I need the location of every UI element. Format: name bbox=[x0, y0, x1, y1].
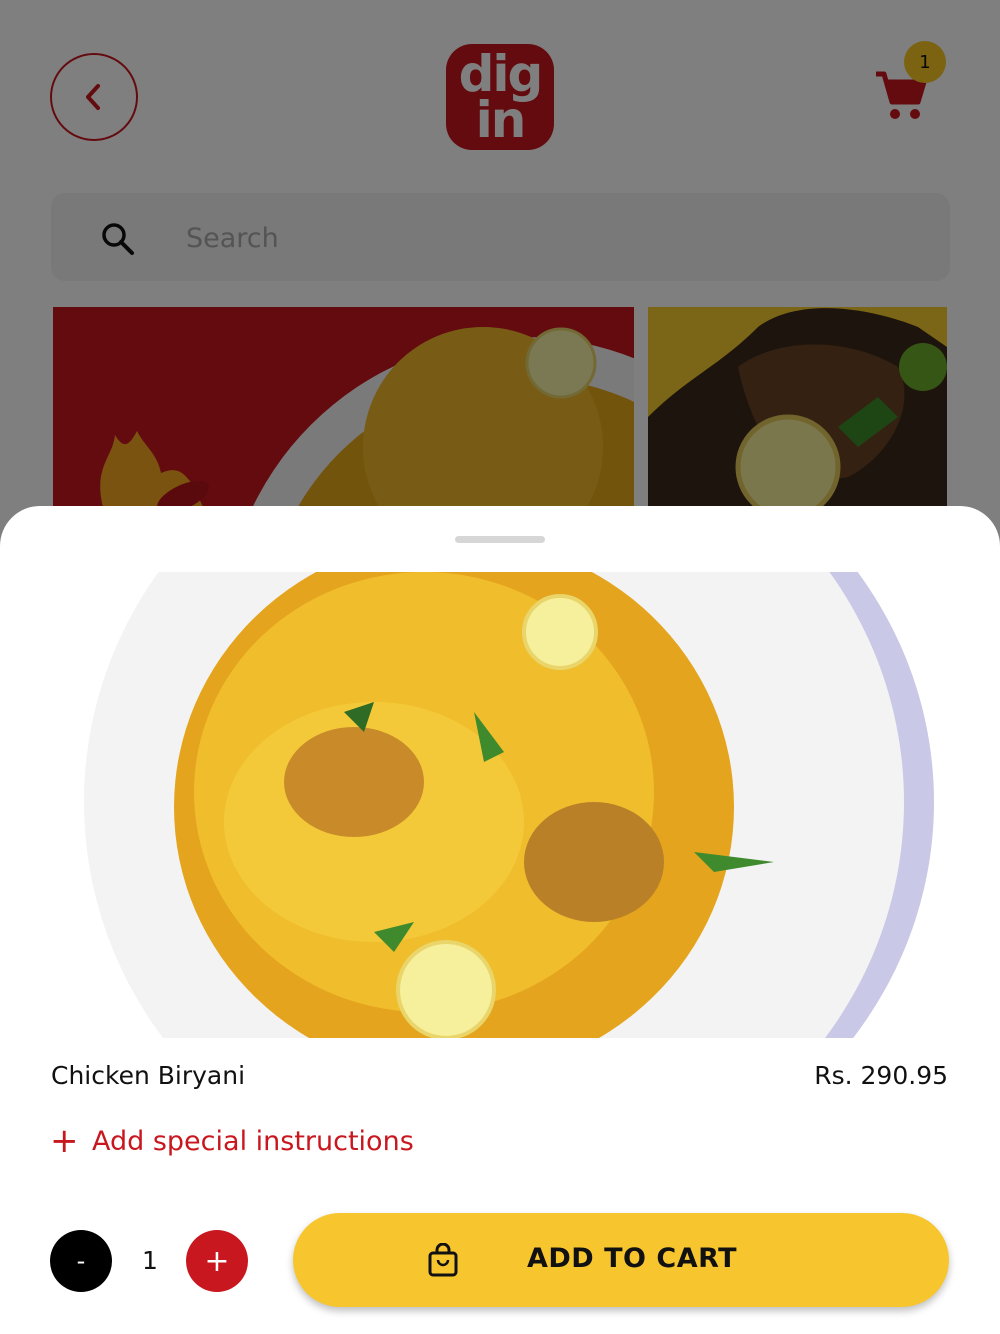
decrease-quantity-button[interactable]: - bbox=[50, 1230, 112, 1292]
add-to-cart-label: ADD TO CART bbox=[527, 1243, 738, 1274]
increase-quantity-button[interactable]: + bbox=[186, 1230, 248, 1292]
item-name: Chicken Biryani bbox=[51, 1061, 246, 1090]
shopping-bag-icon bbox=[428, 1243, 458, 1277]
item-detail-sheet: Chicken Biryani Rs. 290.95 + Add special… bbox=[0, 506, 1000, 1334]
special-instructions-label: Add special instructions bbox=[92, 1125, 414, 1157]
add-to-cart-button[interactable]: ADD TO CART bbox=[293, 1213, 949, 1307]
plus-icon: + bbox=[50, 1121, 79, 1161]
add-special-instructions[interactable]: + Add special instructions bbox=[50, 1124, 414, 1158]
food-image bbox=[74, 572, 940, 1038]
modal-backdrop[interactable] bbox=[0, 0, 1000, 560]
item-price: Rs. 290.95 bbox=[814, 1061, 948, 1090]
sheet-drag-handle[interactable] bbox=[455, 536, 545, 543]
quantity-value: 1 bbox=[142, 1246, 158, 1275]
